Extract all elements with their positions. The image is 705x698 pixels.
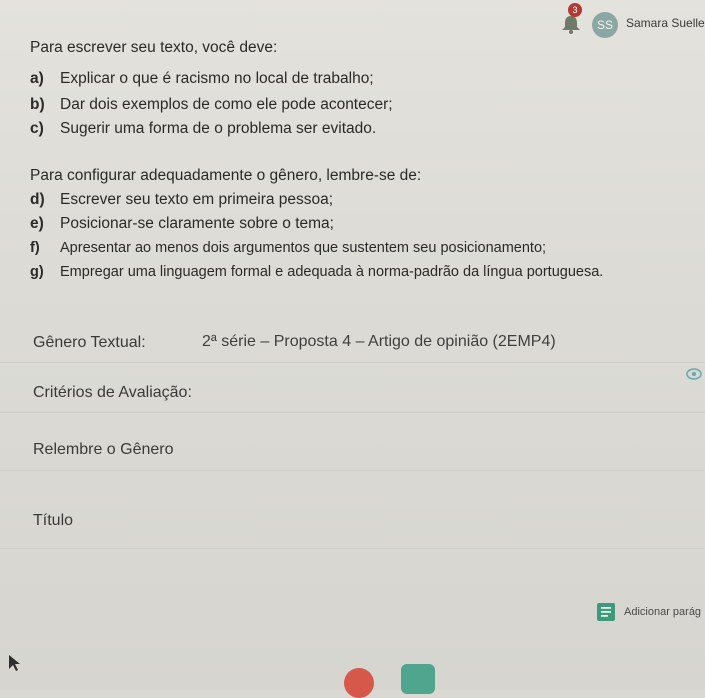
criteria-label[interactable]: Critérios de Avaliação:: [33, 384, 192, 402]
item-text: Apresentar ao menos dois argumentos que …: [60, 240, 547, 256]
cursor-icon: [9, 655, 20, 671]
item-text: Dar dois exemplos de como ele pode acont…: [60, 96, 393, 113]
bell-icon[interactable]: [560, 14, 582, 34]
user-name[interactable]: Samara Suelle: [626, 16, 705, 30]
instruction-item-g: g) Empregar uma linguagem formal e adequa…: [30, 264, 603, 280]
screen: 3 SS Samara Suelle Para escrever seu tex…: [0, 0, 705, 698]
divider: [0, 548, 705, 549]
notification-badge: 3: [568, 3, 582, 17]
item-letter: g): [30, 264, 44, 280]
item-letter: e): [30, 215, 44, 232]
dock-app-icon[interactable]: [344, 668, 374, 698]
add-paragraph-icon: [597, 603, 615, 621]
genre-value: 2ª série – Proposta 4 – Artigo de opiniã…: [202, 333, 556, 350]
instruction-item-b: b) Dar dois exemplos de como ele pode aco…: [30, 96, 393, 114]
item-text: Explicar o que é racismo no local de tra…: [60, 70, 374, 87]
instruction-item-c: c) Sugerir uma forma de o problema ser ev…: [30, 120, 376, 138]
item-letter: b): [30, 96, 45, 113]
eye-icon[interactable]: [686, 367, 702, 381]
item-text: Empregar uma linguagem formal e adequada…: [60, 264, 604, 280]
instruction-item-f: f) Apresentar ao menos dois argumentos qu…: [30, 240, 546, 256]
item-text: Escrever seu texto em primeira pessoa;: [60, 191, 334, 208]
instruction-item-a: a) Explicar o que é racismo no local de t…: [30, 70, 374, 88]
instruction-item-e: e) Posicionar-se claramente sobre o tema;: [30, 215, 334, 233]
instructions-intro-2: Para configurar adequadamente o gênero, …: [30, 167, 422, 184]
add-paragraph-label: Adicionar parág: [624, 606, 702, 618]
item-letter: c): [30, 120, 44, 137]
item-text: Posicionar-se claramente sobre o tema;: [60, 215, 334, 232]
item-letter: d): [30, 191, 45, 208]
divider: [0, 470, 705, 471]
add-paragraph-button[interactable]: Adicionar parág: [596, 600, 705, 624]
genre-label: Gênero Textual:: [33, 334, 146, 351]
recall-genre-label[interactable]: Relembre o Gênero: [33, 441, 174, 459]
item-text: Sugerir uma forma de o problema ser evit…: [60, 120, 377, 137]
item-letter: f): [30, 240, 40, 256]
title-label[interactable]: Título: [33, 512, 73, 530]
avatar[interactable]: SS: [592, 12, 618, 38]
divider: [0, 412, 705, 413]
item-letter: a): [30, 70, 44, 87]
instructions-intro-1: Para escrever seu texto, você deve:: [30, 39, 278, 56]
instruction-item-d: d) Escrever seu texto em primeira pessoa;: [30, 191, 333, 209]
divider: [0, 362, 705, 363]
